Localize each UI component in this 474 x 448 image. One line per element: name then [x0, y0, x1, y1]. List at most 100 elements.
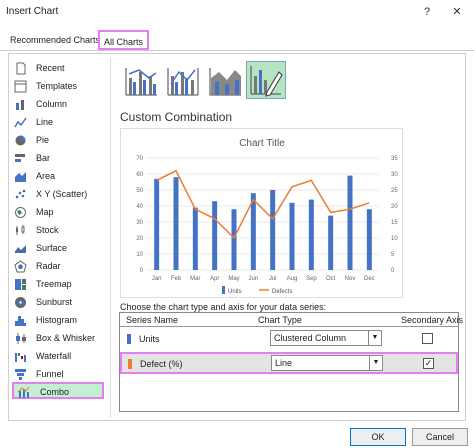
- bar-units: [212, 201, 218, 270]
- x-tick-label: Jan: [152, 276, 162, 282]
- series-color-swatch: [128, 359, 132, 369]
- bar-units: [270, 190, 276, 270]
- header-divider: [120, 326, 458, 327]
- chart-preview[interactable]: Chart Title 0 10 20 30 40 50 60 70 0 5 10 15 20 25 30…: [120, 128, 403, 298]
- series-row-defect[interactable]: Defect (%) Line ▼ ✓: [120, 352, 458, 374]
- secondary-axis-checkbox-defect[interactable]: ✓: [423, 358, 434, 369]
- clustered-column-line-secondary-icon: [167, 68, 199, 96]
- sidebar-item-waterfall[interactable]: Waterfall: [14, 348, 104, 365]
- combination-heading: Custom Combination: [120, 110, 233, 124]
- sidebar-item-pie[interactable]: Pie: [14, 132, 104, 149]
- x-tick-label: Sep: [306, 276, 317, 282]
- stacked-area-column-icon: [209, 68, 241, 96]
- tab-all-charts[interactable]: All Charts: [98, 30, 150, 50]
- sidebar-item-stock[interactable]: Stock: [14, 222, 104, 239]
- sidebar-item-histogram[interactable]: Histogram: [14, 312, 104, 329]
- tab-divider: [0, 50, 474, 51]
- sidebar-item-xy-scatter[interactable]: X Y (Scatter): [14, 186, 104, 203]
- sidebar-item-surface[interactable]: Surface: [14, 240, 104, 257]
- legend-label-defects: Defects: [272, 289, 292, 295]
- x-tick-label: Oct: [326, 276, 336, 282]
- y2-tick-label: 35: [391, 156, 398, 162]
- bar-units: [308, 199, 314, 270]
- sidebar-item-label: Treemap: [36, 279, 72, 289]
- chevron-down-icon[interactable]: ▼: [369, 356, 382, 370]
- close-button[interactable]: ✕: [448, 3, 466, 21]
- subtype-clustered-column-line[interactable]: [122, 63, 160, 99]
- y2-tick-label: 5: [391, 252, 395, 258]
- y-tick-label: 40: [136, 204, 143, 210]
- bar-units: [154, 178, 160, 270]
- chart-type-value: Line: [275, 358, 293, 368]
- sidebar-item-label: Funnel: [36, 369, 64, 379]
- sidebar-item-label: Combo: [40, 387, 70, 397]
- sidebar-item-column[interactable]: Column: [14, 96, 104, 113]
- column-header-series: Series Name: [126, 315, 179, 325]
- y-tick-label: 30: [136, 220, 143, 226]
- treemap-chart-icon: [15, 279, 26, 290]
- pie-chart-icon: [15, 135, 26, 146]
- y2-tick-label: 20: [391, 204, 398, 210]
- bar-units: [192, 207, 198, 270]
- bar-units: [328, 215, 334, 270]
- help-button[interactable]: ?: [418, 3, 436, 21]
- bar-chart-icon: [15, 154, 25, 162]
- series-color-swatch: [127, 334, 131, 344]
- series-row-units[interactable]: Units Clustered Column ▼: [120, 328, 458, 350]
- sidebar-item-box-whisker[interactable]: Box & Whisker: [14, 330, 104, 347]
- tab-recommended-charts[interactable]: Recommended Charts: [6, 30, 104, 50]
- chart-title: Chart Title: [239, 138, 285, 149]
- line-defects: [156, 169, 370, 240]
- bar-units: [231, 209, 237, 270]
- subtype-custom-combination[interactable]: [246, 61, 286, 99]
- sidebar-item-label: Bar: [36, 153, 51, 163]
- sidebar-item-area[interactable]: Area: [14, 168, 104, 185]
- bar-units: [347, 175, 353, 270]
- sidebar-item-combo[interactable]: Combo: [12, 382, 104, 399]
- sidebar-item-map[interactable]: Map: [14, 204, 104, 221]
- sidebar-item-bar[interactable]: Bar: [14, 150, 104, 167]
- sidebar-item-sunburst[interactable]: Sunburst: [14, 294, 104, 311]
- clustered-column-line-icon: [125, 68, 157, 96]
- dialog-title: Insert Chart: [6, 6, 59, 17]
- x-tick-label: Jul: [269, 276, 277, 282]
- pane-divider: [110, 58, 111, 418]
- column-chart-icon: [16, 100, 24, 110]
- title-bar: [0, 0, 474, 26]
- sidebar-item-treemap[interactable]: Treemap: [14, 276, 104, 293]
- bar-units: [250, 193, 256, 270]
- sidebar-item-label: Area: [36, 171, 56, 181]
- sidebar-item-radar[interactable]: Radar: [14, 258, 104, 275]
- x-tick-label: Aug: [287, 276, 298, 282]
- chart-type-value: Clustered Column: [274, 333, 347, 343]
- sunburst-chart-icon: [15, 297, 26, 308]
- subtype-stacked-area-column[interactable]: [206, 63, 244, 99]
- funnel-chart-icon: [15, 369, 26, 380]
- chevron-down-icon[interactable]: ▼: [368, 331, 381, 345]
- sidebar-item-line[interactable]: Line: [14, 114, 104, 131]
- y-tick-label: 10: [136, 252, 143, 258]
- sidebar-item-label: Recent: [36, 63, 65, 73]
- column-header-axis: Secondary Axis: [401, 315, 464, 325]
- sidebar-item-templates[interactable]: Templates: [14, 78, 104, 95]
- combo-chart: Chart Title 0 10 20 30 40 50 60 70 0 5 10 15 20 25 30…: [136, 138, 398, 295]
- series-name: Defect (%): [140, 359, 183, 369]
- subtype-clustered-column-line-secondary[interactable]: [164, 63, 202, 99]
- ok-button[interactable]: OK: [350, 428, 406, 446]
- templates-icon: [14, 80, 27, 93]
- cancel-button[interactable]: Cancel: [412, 428, 468, 446]
- x-tick-label: Dec: [364, 276, 375, 282]
- sidebar-item-recent[interactable]: Recent: [14, 60, 104, 77]
- chart-type-dropdown-defect[interactable]: Line ▼: [271, 355, 383, 371]
- map-chart-icon: [15, 207, 26, 218]
- sidebar-item-label: Pie: [36, 135, 50, 145]
- chart-type-dropdown-units[interactable]: Clustered Column ▼: [270, 330, 382, 346]
- secondary-axis-checkbox-units[interactable]: [422, 333, 433, 344]
- sidebar-item-label: Surface: [36, 243, 68, 253]
- stock-chart-icon: [16, 225, 25, 235]
- chart-type-list: Recent Templates Column Line Pie Bar Are…: [10, 58, 106, 404]
- sidebar-item-funnel[interactable]: Funnel: [14, 366, 104, 383]
- sidebar-item-label: Map: [36, 207, 54, 217]
- custom-combination-icon: [250, 66, 283, 97]
- bar-units: [366, 209, 372, 270]
